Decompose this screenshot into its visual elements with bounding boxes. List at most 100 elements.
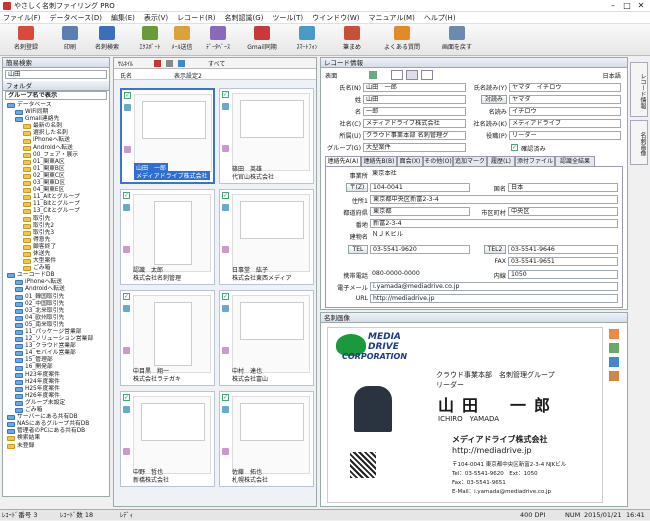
card-item[interactable]: ✓ 中目黒 翔一 株式会社ラテガキ xyxy=(120,290,215,386)
tab-card-image[interactable]: 名刺画像 xyxy=(630,120,648,165)
card-checkbox[interactable]: ✓ xyxy=(124,92,131,99)
menu-item-3[interactable]: 表示(V) xyxy=(144,13,168,23)
last-yomi-field[interactable]: ヤマダ xyxy=(509,95,621,104)
menu-item-9[interactable]: ヘルプ(H) xyxy=(424,13,456,23)
zoom-icon[interactable] xyxy=(609,357,619,367)
toolbar-button-5[interactable]: ﾃﾞｰﾀﾍﾞｰｽ xyxy=(196,26,240,51)
zip-button[interactable]: 〒(Z) xyxy=(346,183,368,192)
menu-item-7[interactable]: ウインドウ(W) xyxy=(312,13,359,23)
list-layout-icon[interactable] xyxy=(421,70,433,80)
tree-item[interactable]: 取引先 xyxy=(5,216,109,223)
record-tab-0[interactable]: 連絡先A(A) xyxy=(325,156,361,166)
record-tab-6[interactable]: 添付ファイル(X) xyxy=(515,156,555,175)
toolbar-button-7[interactable]: ｽﾏｰﾄﾌｫﾝ xyxy=(285,26,329,51)
card-checkbox[interactable]: ✓ xyxy=(222,192,229,199)
tree-item[interactable]: 休送先 xyxy=(5,251,109,258)
tree-item[interactable]: 01_関東B区 xyxy=(5,166,109,173)
building-field[interactable]: ＮＪＫビル xyxy=(370,231,618,240)
tree-item[interactable]: 05_南米取引先 xyxy=(5,322,109,329)
toolbar-button-9[interactable]: よくある質問 xyxy=(380,26,424,51)
list-view-icon[interactable] xyxy=(166,60,173,67)
tree-item[interactable]: 00_フェア・展示 xyxy=(5,152,109,159)
record-tab-3[interactable]: その他(O) xyxy=(423,156,453,166)
card-checkbox[interactable]: ✓ xyxy=(123,293,130,300)
tree-item[interactable]: 04_欧州取引先 xyxy=(5,315,109,322)
tel2-field[interactable]: 03-5541-9646 xyxy=(508,245,618,254)
maximize-button[interactable]: □ xyxy=(620,0,634,11)
city-field[interactable]: 中央区 xyxy=(508,207,618,216)
tree-item[interactable]: 15_管理部 xyxy=(5,357,109,364)
card-checkbox[interactable]: ✓ xyxy=(222,394,229,401)
street-field[interactable]: 新富2-3-4 xyxy=(370,219,618,228)
pref-field[interactable]: 東京都 xyxy=(370,207,470,216)
tree-item[interactable]: データベース xyxy=(5,102,109,109)
toolbar-button-10[interactable]: 画面を戻す xyxy=(435,26,479,51)
filter-icon[interactable] xyxy=(178,60,185,67)
group-field[interactable]: 大型案件 xyxy=(363,143,466,152)
group-display-select[interactable]: グループ名で表示 xyxy=(5,91,107,100)
title-field[interactable]: リーダー xyxy=(509,131,621,140)
mobile-field[interactable]: 080-0000-0000 xyxy=(370,270,470,279)
record-tab-5[interactable]: 履歴(L) xyxy=(487,156,515,166)
tel2-button[interactable]: TEL2 xyxy=(484,245,506,254)
fax-field[interactable]: 03-5541-9651 xyxy=(508,257,618,266)
name-yomi-field[interactable]: ヤマダ イチロウ xyxy=(509,83,621,92)
toolbar-button-2[interactable]: 名刺検索 xyxy=(85,26,129,51)
card-item[interactable]: ✓ 篠田 英雄 代官山株式会社 xyxy=(219,88,314,184)
tree-item[interactable]: Androidへ転送 xyxy=(5,286,109,293)
card-checkbox[interactable]: ✓ xyxy=(123,394,130,401)
first-name-field[interactable]: 一郎 xyxy=(363,107,466,116)
language-select[interactable]: 日本語 xyxy=(602,71,621,80)
toolbar-button-8[interactable]: 筆まめ xyxy=(330,26,374,51)
menu-item-2[interactable]: 編集(E) xyxy=(111,13,135,23)
card-item[interactable]: ✓ 中野 哲也 新橋株式会社 xyxy=(120,391,215,487)
menu-item-1[interactable]: データベース(D) xyxy=(50,13,103,23)
tree-item[interactable]: 03_北米取引先 xyxy=(5,308,109,315)
toolbar-button-6[interactable]: Gmail同期 xyxy=(240,26,284,51)
company-field[interactable]: メディアドライブ株式会社 xyxy=(363,119,466,128)
record-tab-2[interactable]: 面会(X) xyxy=(397,156,423,166)
column-name[interactable]: 氏名 xyxy=(120,71,132,80)
folder-tree[interactable]: データベース WiFi同期 Gmail連絡先 最新の名刺 選択した名刺 iPhoneへ転送… xyxy=(5,102,109,450)
tree-item[interactable]: 顧客終了 xyxy=(5,244,109,251)
confirmed-checkbox[interactable]: ✓ xyxy=(511,144,518,151)
minimize-button[interactable]: – xyxy=(606,0,620,11)
tree-item[interactable]: 大型案件 xyxy=(5,258,109,265)
tree-item[interactable]: 02_中国取引先 xyxy=(5,301,109,308)
tree-item[interactable]: H25年度案件 xyxy=(5,386,109,393)
last-name-field[interactable]: 山田 xyxy=(363,95,466,104)
tree-item[interactable]: 14_モバイル営業部 xyxy=(5,350,109,357)
view-label[interactable]: ｻﾑﾈｲﾙ xyxy=(118,59,133,68)
close-button[interactable]: ✕ xyxy=(634,0,648,11)
tree-item[interactable]: グループ未設定 xyxy=(5,400,109,407)
yomi-button[interactable]: 対読み xyxy=(481,95,507,104)
menu-item-5[interactable]: 名刺認識(G) xyxy=(225,13,264,23)
card-item[interactable]: ✓ 日事堂 紘子 株式会社東西メディア xyxy=(219,189,314,285)
url-field[interactable]: http://mediadrive.jp xyxy=(370,294,618,303)
name-field[interactable]: 山田 一郎 xyxy=(363,83,466,92)
ext-field[interactable]: 1050 xyxy=(508,270,618,279)
tree-item[interactable]: Androidへ転送 xyxy=(5,145,109,152)
tree-item[interactable]: H26年度案件 xyxy=(5,393,109,400)
dept-field[interactable]: クラウド事業本部 名刺管理グ xyxy=(363,131,466,140)
tree-item[interactable]: 取引先2 xyxy=(5,223,109,230)
crop-icon[interactable] xyxy=(609,371,619,381)
tree-item[interactable]: 13_Citとグループ xyxy=(5,208,109,215)
record-tab-4[interactable]: 追加マーク xyxy=(453,156,487,166)
delete-icon[interactable] xyxy=(154,60,161,67)
tree-item[interactable]: H23年度案件 xyxy=(5,372,109,379)
card-item[interactable]: ✓ 認識 太郎 株式会社名刺管理 xyxy=(120,189,215,285)
card-item[interactable]: ✓ 中村 達也 株式会社富山 xyxy=(219,290,314,386)
tree-item[interactable]: 検索結果 xyxy=(5,435,109,442)
record-tab-1[interactable]: 連絡先B(B) xyxy=(361,156,397,166)
menu-item-8[interactable]: マニュアル(M) xyxy=(369,13,415,23)
tree-item[interactable]: 01_関東A区 xyxy=(5,159,109,166)
office-field[interactable]: 東京本社 xyxy=(370,170,470,179)
side-select[interactable]: 表面 xyxy=(325,71,337,80)
tree-item[interactable]: 02_関東C区 xyxy=(5,173,109,180)
form-layout-icon[interactable] xyxy=(406,70,418,80)
refresh-icon[interactable] xyxy=(609,343,619,353)
tree-item[interactable]: H24年度案件 xyxy=(5,379,109,386)
tree-item[interactable]: 01_韓国取引先 xyxy=(5,294,109,301)
email-field[interactable]: i.yamada@mediadrive.co.jp xyxy=(370,282,618,291)
